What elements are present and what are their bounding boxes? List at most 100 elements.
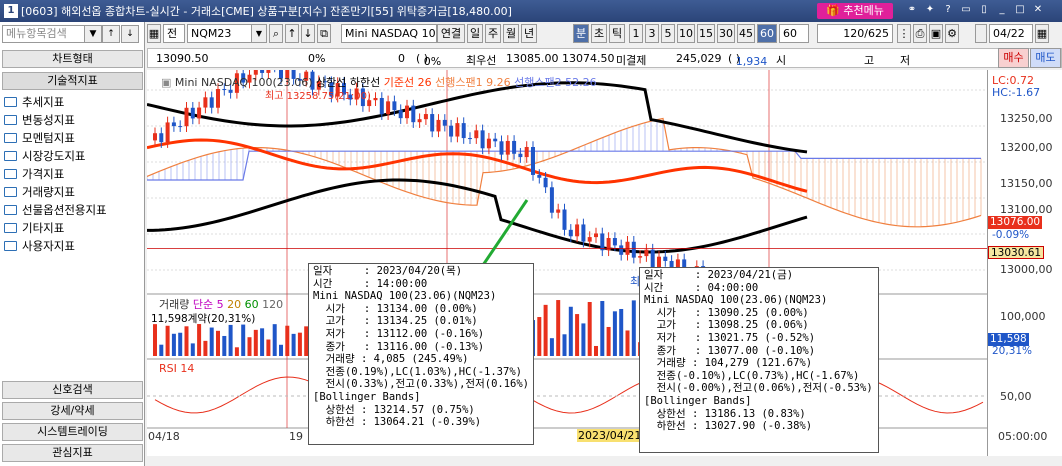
tree-item[interactable]: 가격지표: [4, 165, 107, 183]
pin-icon[interactable]: ✦: [923, 3, 937, 17]
close-icon[interactable]: ✕: [1031, 3, 1045, 17]
low-label: 저: [900, 54, 911, 67]
window-number: 1: [4, 4, 18, 18]
volume-bar: [556, 300, 561, 356]
period-button[interactable]: 월: [503, 24, 519, 43]
volume-bar: [285, 325, 290, 356]
down-icon[interactable]: ↓: [301, 24, 315, 43]
interval-button[interactable]: 1: [629, 24, 643, 43]
settings-icon[interactable]: ⚙: [945, 24, 959, 43]
period-button[interactable]: 틱: [609, 24, 625, 43]
candle-body: [171, 122, 176, 127]
candle-body: [474, 130, 479, 139]
candle-body: [423, 114, 428, 120]
save-icon[interactable]: ▣: [929, 24, 943, 43]
tree-item[interactable]: 모멘텀지표: [4, 129, 107, 147]
calendar-icon[interactable]: ▦: [1035, 24, 1049, 43]
tree-item[interactable]: 선물옵션전용지표: [4, 201, 107, 219]
setting-icon[interactable]: ▭: [959, 3, 973, 17]
tooltip-line: 전시(0.33%),전고(0.33%),전저(0.16%): [313, 378, 529, 391]
candle-body: [153, 133, 157, 141]
interval-button-selected[interactable]: 60: [757, 24, 777, 43]
interval-button[interactable]: 15: [697, 24, 715, 43]
help-icon[interactable]: ?: [941, 3, 955, 17]
date-input[interactable]: 04/22: [989, 24, 1033, 43]
interval-button[interactable]: 30: [717, 24, 735, 43]
up-arrow-icon[interactable]: ↑: [102, 25, 120, 43]
tab-system-trading[interactable]: 시스템트레이딩: [2, 423, 143, 441]
down-arrow-icon[interactable]: ↓: [121, 25, 139, 43]
jeon-label[interactable]: 전: [163, 24, 185, 43]
volume-bar: [178, 332, 183, 356]
candle-body: [411, 105, 416, 123]
copy-icon[interactable]: ⧉: [317, 24, 331, 43]
volume-bar: [241, 324, 246, 356]
candle-body: [594, 233, 598, 238]
period-button-selected[interactable]: 분: [573, 24, 589, 43]
volume-bar: [197, 324, 202, 356]
interval-input[interactable]: 60: [779, 24, 809, 43]
print-icon[interactable]: ⎙: [913, 24, 927, 43]
expand-icon[interactable]: ⋮: [897, 24, 911, 43]
volume-bar: [209, 327, 214, 356]
period-button[interactable]: 연결: [437, 24, 465, 43]
candle-body: [379, 97, 384, 115]
tree-item[interactable]: 변동성지표: [4, 111, 107, 129]
time-label: 05:00:00: [998, 430, 1048, 443]
tree-item[interactable]: 추세지표: [4, 93, 107, 111]
rsi-tick: 50,00: [1000, 390, 1032, 403]
grid-icon[interactable]: ▦: [147, 24, 161, 43]
x-label-highlight: 2023/04/21: [577, 429, 643, 442]
candle-body: [178, 126, 183, 128]
volume-bar: [279, 344, 283, 356]
candle-body: [461, 123, 466, 139]
tab-chart-type[interactable]: 차트형태: [2, 50, 143, 68]
interval-button[interactable]: 3: [645, 24, 659, 43]
tree-item[interactable]: 기타지표: [4, 219, 107, 237]
volume-bar: [260, 328, 265, 356]
interval-button[interactable]: 45: [737, 24, 755, 43]
tree-item[interactable]: 사용자지표: [4, 237, 107, 255]
recommend-menu-button[interactable]: 🎁 추천메뉴: [817, 3, 893, 19]
tab-technical-indicators[interactable]: 기술적지표: [2, 72, 143, 90]
tooltip-line: Mini NASDAQ 100(23.06)(NQM23): [313, 290, 497, 303]
link-icon[interactable]: ⚭: [905, 3, 919, 17]
candle-body: [499, 141, 504, 155]
code-dropdown-icon[interactable]: ▼: [251, 24, 267, 43]
tile-icon[interactable]: ▯: [977, 3, 991, 17]
minimize-icon[interactable]: _: [995, 3, 1009, 17]
period-button[interactable]: 년: [521, 24, 537, 43]
date-checkbox[interactable]: [975, 24, 987, 43]
buy-button[interactable]: 매수: [998, 48, 1029, 68]
search-icon[interactable]: ⌕: [269, 24, 283, 43]
chart-area[interactable]: ▣ Mini NASDAQ 100(23.06) 상한선 하한선 기준선 26 …: [146, 55, 987, 456]
volume-bar: [543, 304, 548, 356]
tree-item[interactable]: 시장강도지표: [4, 147, 107, 165]
sell-button[interactable]: 매도: [1030, 48, 1061, 68]
period-button[interactable]: 초: [591, 24, 607, 43]
search-dropdown-icon[interactable]: ▼: [84, 25, 102, 43]
tree-item-label: 기타지표: [22, 221, 65, 235]
count-input[interactable]: 120/625: [817, 24, 893, 43]
volume-bar: [562, 334, 567, 356]
candle-body: [531, 146, 535, 175]
candle-body: [512, 140, 517, 154]
candle-body: [216, 89, 220, 108]
price-axis: LC:0.72 HC:-1.67 13250,00 13200,00 13150…: [987, 70, 1062, 456]
tab-strong-weak[interactable]: 강세/약세: [2, 402, 143, 420]
interval-button[interactable]: 10: [677, 24, 695, 43]
tab-signal-search[interactable]: 신호검색: [2, 381, 143, 399]
tooltip-line: 시간 : 14:00:00: [313, 277, 428, 290]
tooltip-line: 전종(0.19%),LC(1.03%),HC(-1.37%): [313, 365, 522, 378]
up-icon[interactable]: ↑: [285, 24, 299, 43]
period-button[interactable]: 일: [467, 24, 483, 43]
maximize-icon[interactable]: □: [1013, 3, 1027, 17]
volume-pct: ( 0%): [416, 52, 442, 68]
interval-button[interactable]: 5: [661, 24, 675, 43]
lower-band-line: [146, 178, 808, 254]
period-button[interactable]: 주: [485, 24, 501, 43]
tab-favorite-indicators[interactable]: 관심지표: [2, 444, 143, 462]
menu-search-input[interactable]: 메뉴항목검색: [2, 25, 92, 43]
volume-bar: [153, 324, 157, 356]
tree-item[interactable]: 거래량지표: [4, 183, 107, 201]
